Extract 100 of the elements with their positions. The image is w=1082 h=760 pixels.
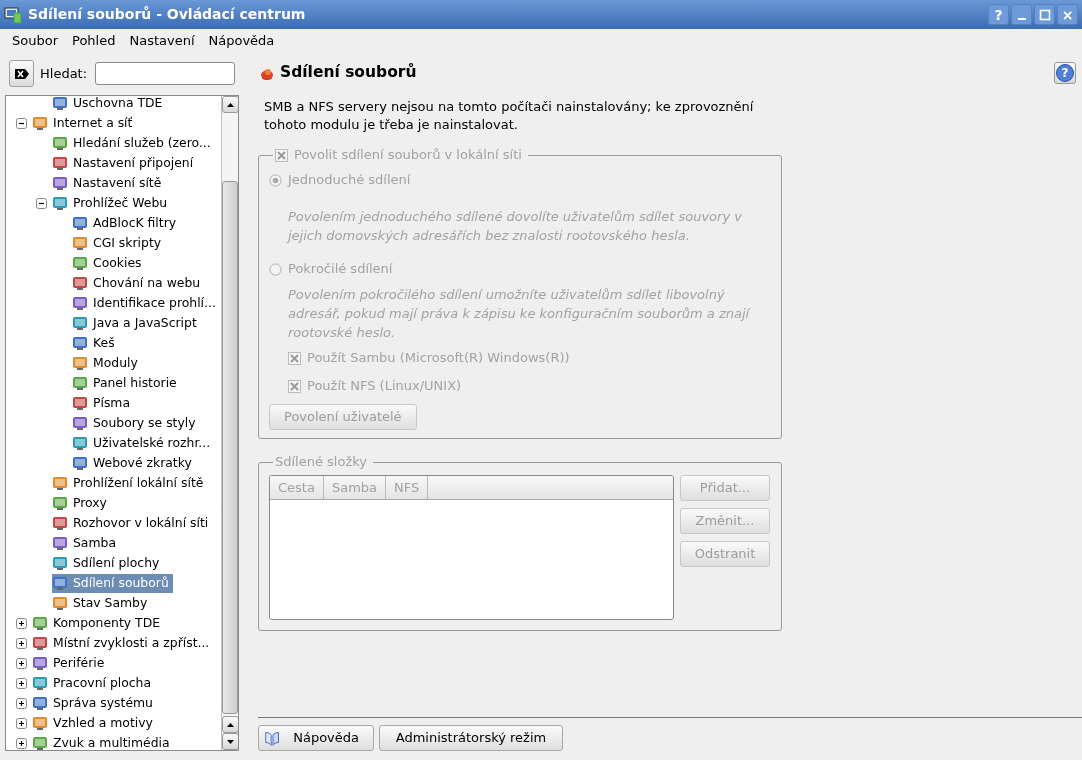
- tree-item[interactable]: Nastavení sítě: [52, 173, 166, 193]
- option-description: Povolením jednoduchého sdílené dovolíte uživatelům sdílet souvory v jejich domovských adresářích bez znalosti rootovského hesla.: [288, 208, 743, 245]
- tree-item[interactable]: Stav Samby: [52, 593, 152, 613]
- tree-item[interactable]: Webové zkratky: [72, 453, 196, 473]
- module-icon: [72, 415, 88, 431]
- tree-item-label: Uživatelské rozhr...: [93, 433, 211, 452]
- tree-item-label: Hledání služeb (zero...: [73, 133, 211, 152]
- tree-item[interactable]: Java a JavaScript: [72, 313, 201, 333]
- expand-icon[interactable]: [15, 696, 28, 710]
- tree-item[interactable]: Pracovní plocha: [32, 673, 156, 693]
- tree-item-label: Rozhovor v lokální síti: [73, 513, 209, 532]
- search-label: Hledat:: [40, 64, 88, 83]
- module-icon: [52, 595, 68, 611]
- tree-item-label: Sdílení plochy: [73, 553, 160, 572]
- checkbox-label: Použít NFS (Linux/UNIX): [307, 377, 462, 396]
- module-icon: [32, 615, 48, 631]
- module-icon: [52, 575, 68, 591]
- tree-item[interactable]: Panel historie: [72, 373, 181, 393]
- group-title: Sdílené složky: [275, 453, 367, 471]
- module-icon: [52, 195, 68, 211]
- menu-item[interactable]: Soubor: [5, 30, 65, 51]
- tree-item[interactable]: AdBlocK filtry: [72, 213, 181, 233]
- search-field[interactable]: [95, 62, 236, 85]
- tree-item[interactable]: Hledání služeb (zero...: [52, 133, 215, 153]
- minimize-button[interactable]: [1011, 4, 1032, 25]
- tree-item-label: Webové zkratky: [93, 453, 192, 472]
- module-icon: [32, 655, 48, 671]
- checkbox-label: Povolit sdílení souborů v lokální síti: [294, 146, 522, 164]
- expand-icon[interactable]: [15, 716, 28, 730]
- radio-label: Pokročilé sdílení: [288, 260, 393, 279]
- module-icon: [52, 555, 68, 571]
- tree-item[interactable]: Prohlížení lokální sítě: [52, 473, 208, 493]
- maximize-button[interactable]: [1034, 4, 1055, 25]
- option-description: Povolením pokročilého sdílení umožníte uživatelům sdílet libovolný adresář, pokud mají práva k zápisu ke konfiguračním souborům a znají rootovské heslo.: [288, 286, 752, 342]
- tree-item-label: Sdílení souborů: [73, 573, 169, 592]
- tree-item[interactable]: Proxy: [52, 493, 111, 513]
- menu-item[interactable]: Nápověda: [201, 30, 282, 51]
- module-icon: [72, 335, 88, 351]
- tree-item[interactable]: Rozhovor v lokální síti: [52, 513, 213, 533]
- tree-item[interactable]: Správa systému: [32, 693, 157, 713]
- menu-item[interactable]: Pohled: [65, 30, 123, 51]
- module-icon: [72, 215, 88, 231]
- window-title: Sdílení souborů - Ovládací centrum: [28, 5, 306, 24]
- tree-item[interactable]: Komponenty TDE: [32, 613, 164, 633]
- expand-icon[interactable]: [15, 636, 28, 650]
- tree-item[interactable]: Moduly: [72, 353, 142, 373]
- module-icon: [72, 395, 88, 411]
- tree-item[interactable]: Zvuk a multimédia: [32, 733, 174, 750]
- tree-item[interactable]: Místní zvyklosti a zpříst...: [32, 633, 214, 653]
- tree-item[interactable]: Nastavení připojení: [52, 153, 198, 173]
- module-icon: [72, 275, 88, 291]
- tree-item-label: Java a JavaScript: [93, 313, 197, 332]
- footer-button[interactable]: Administrátorský režim: [379, 725, 563, 751]
- module-icon: [72, 435, 88, 451]
- module-icon: [72, 455, 88, 471]
- tree-item-label: Chování na webu: [93, 273, 201, 292]
- clear-search-button[interactable]: [9, 60, 34, 87]
- tree-item-label: Prohlížeč Webu: [73, 193, 168, 212]
- menu-item[interactable]: Nastavení: [122, 30, 202, 51]
- module-icon: [32, 715, 48, 731]
- tree-item[interactable]: Sdílení plochy: [52, 553, 164, 573]
- tree-item[interactable]: Vzhled a motivy: [32, 713, 157, 733]
- expand-icon[interactable]: [15, 676, 28, 690]
- tree-item[interactable]: Prohlížeč Webu: [52, 193, 172, 213]
- footer-button[interactable]: Nápověda: [258, 725, 374, 751]
- tree-item-label: Cookies: [93, 253, 142, 272]
- tree-item[interactable]: Písma: [72, 393, 135, 413]
- expand-icon[interactable]: [15, 736, 28, 750]
- tree-item[interactable]: Uschovna TDE: [52, 96, 167, 113]
- tree-item[interactable]: Uživatelské rozhr...: [72, 433, 215, 453]
- module-icon: [32, 695, 48, 711]
- tree-item-label: Správa systému: [53, 693, 153, 712]
- module-icon: [32, 635, 48, 651]
- expand-icon[interactable]: [15, 656, 28, 670]
- tree-item-label: Písma: [93, 393, 131, 412]
- help-button[interactable]: ?: [1054, 62, 1076, 84]
- tree-item-label: Identifikace prohlí...: [93, 293, 216, 312]
- tree-item[interactable]: Periférie: [32, 653, 109, 673]
- tree-item-label: Nastavení sítě: [73, 173, 162, 192]
- tree-item[interactable]: Samba: [52, 533, 120, 553]
- collapse-icon[interactable]: [15, 116, 28, 130]
- tree-item[interactable]: Keš: [72, 333, 119, 353]
- module-icon: [52, 175, 68, 191]
- tree-item[interactable]: Cookies: [72, 253, 146, 273]
- tree-item-label: Proxy: [73, 493, 107, 512]
- tree-item[interactable]: CGI skripty: [72, 233, 166, 253]
- module-title: Sdílení souborů: [280, 62, 417, 84]
- tree-item[interactable]: Internet a síť: [32, 113, 137, 133]
- module-icon: [32, 115, 48, 131]
- tree-item[interactable]: Soubory se styly: [72, 413, 200, 433]
- scrollbar[interactable]: [221, 96, 238, 750]
- expand-icon[interactable]: [15, 616, 28, 630]
- tree-item-label: Nastavení připojení: [73, 153, 194, 172]
- tree-item[interactable]: Chování na webu: [72, 273, 205, 293]
- tree-item-label: CGI skripty: [93, 233, 162, 252]
- collapse-icon[interactable]: [35, 196, 48, 210]
- module-icon: [52, 155, 68, 171]
- maximize-icon: [1038, 8, 1051, 21]
- module-icon: [52, 515, 68, 531]
- tree-item[interactable]: Identifikace prohlí...: [72, 293, 220, 313]
